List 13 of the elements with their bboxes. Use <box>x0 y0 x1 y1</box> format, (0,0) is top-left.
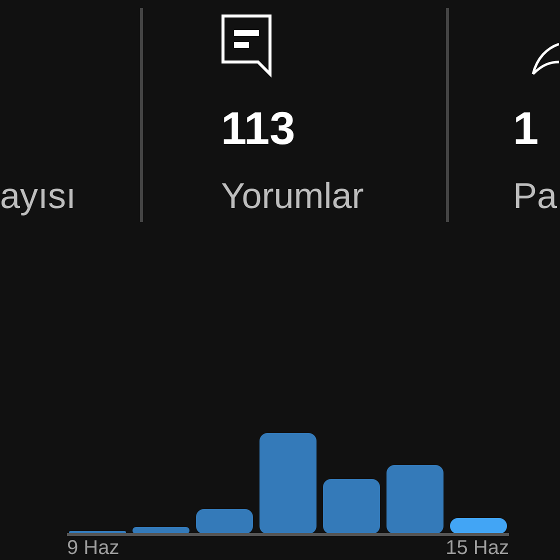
axis-label: 9 Haz <box>67 538 120 558</box>
stat-value: 113 <box>221 105 296 151</box>
comment-icon <box>221 14 273 78</box>
bar <box>386 465 444 534</box>
bar <box>323 479 380 534</box>
leaf-icon <box>531 40 559 76</box>
bar <box>450 518 507 534</box>
stat-label: Yorumlar <box>221 178 365 214</box>
bar <box>196 509 253 534</box>
stat-label: ayısı <box>0 178 78 214</box>
axis-label: 15 Haz <box>446 538 509 558</box>
stat-label: Pa <box>513 178 558 214</box>
stat-value: 1 <box>513 105 539 151</box>
